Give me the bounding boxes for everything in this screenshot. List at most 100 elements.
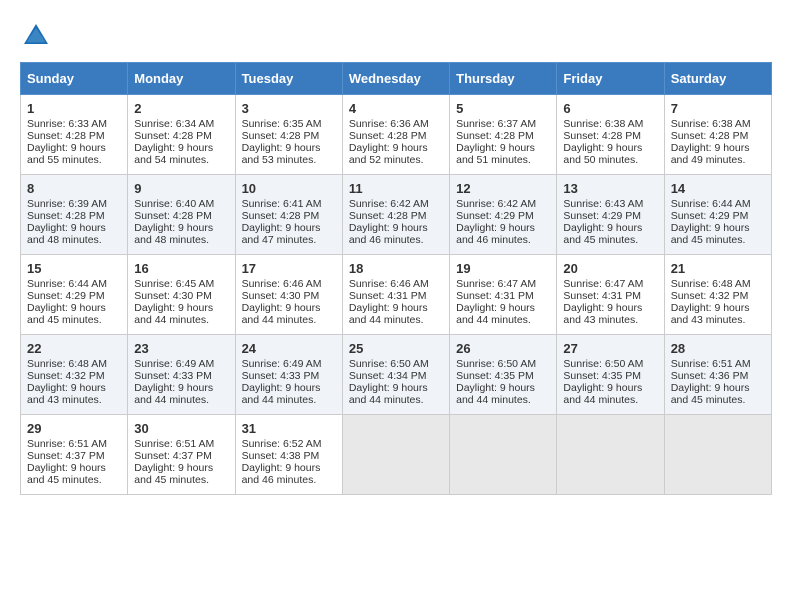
calendar-cell: 3 Sunrise: 6:35 AM Sunset: 4:28 PM Dayli… — [235, 95, 342, 175]
calendar-cell — [450, 415, 557, 495]
day-number: 17 — [242, 261, 336, 276]
calendar-body: 1 Sunrise: 6:33 AM Sunset: 4:28 PM Dayli… — [21, 95, 772, 495]
daylight: Daylight: 9 hours and 44 minutes. — [456, 382, 535, 406]
sunset: Sunset: 4:28 PM — [671, 130, 749, 142]
calendar-header-row: SundayMondayTuesdayWednesdayThursdayFrid… — [21, 63, 772, 95]
sunrise: Sunrise: 6:34 AM — [134, 118, 214, 130]
day-number: 3 — [242, 101, 336, 116]
calendar-cell: 17 Sunrise: 6:46 AM Sunset: 4:30 PM Dayl… — [235, 255, 342, 335]
day-number: 14 — [671, 181, 765, 196]
header — [20, 20, 772, 52]
day-number: 9 — [134, 181, 228, 196]
sunrise: Sunrise: 6:43 AM — [563, 198, 643, 210]
day-number: 28 — [671, 341, 765, 356]
day-number: 24 — [242, 341, 336, 356]
daylight: Daylight: 9 hours and 44 minutes. — [134, 302, 213, 326]
day-number: 10 — [242, 181, 336, 196]
calendar-table: SundayMondayTuesdayWednesdayThursdayFrid… — [20, 62, 772, 495]
day-number: 5 — [456, 101, 550, 116]
day-number: 7 — [671, 101, 765, 116]
day-number: 20 — [563, 261, 657, 276]
sunrise: Sunrise: 6:49 AM — [242, 358, 322, 370]
daylight: Daylight: 9 hours and 46 minutes. — [242, 462, 321, 486]
daylight: Daylight: 9 hours and 48 minutes. — [27, 222, 106, 246]
day-number: 6 — [563, 101, 657, 116]
daylight: Daylight: 9 hours and 43 minutes. — [27, 382, 106, 406]
calendar-cell: 4 Sunrise: 6:36 AM Sunset: 4:28 PM Dayli… — [342, 95, 449, 175]
sunrise: Sunrise: 6:46 AM — [349, 278, 429, 290]
calendar-cell: 6 Sunrise: 6:38 AM Sunset: 4:28 PM Dayli… — [557, 95, 664, 175]
sunset: Sunset: 4:31 PM — [563, 290, 641, 302]
daylight: Daylight: 9 hours and 44 minutes. — [456, 302, 535, 326]
day-number: 12 — [456, 181, 550, 196]
calendar-cell: 8 Sunrise: 6:39 AM Sunset: 4:28 PM Dayli… — [21, 175, 128, 255]
sunset: Sunset: 4:33 PM — [134, 370, 212, 382]
daylight: Daylight: 9 hours and 51 minutes. — [456, 142, 535, 166]
col-header-tuesday: Tuesday — [235, 63, 342, 95]
calendar-cell: 15 Sunrise: 6:44 AM Sunset: 4:29 PM Dayl… — [21, 255, 128, 335]
sunset: Sunset: 4:28 PM — [134, 130, 212, 142]
calendar-cell: 7 Sunrise: 6:38 AM Sunset: 4:28 PM Dayli… — [664, 95, 771, 175]
daylight: Daylight: 9 hours and 45 minutes. — [27, 302, 106, 326]
sunset: Sunset: 4:32 PM — [671, 290, 749, 302]
sunset: Sunset: 4:33 PM — [242, 370, 320, 382]
sunrise: Sunrise: 6:41 AM — [242, 198, 322, 210]
sunrise: Sunrise: 6:47 AM — [563, 278, 643, 290]
col-header-thursday: Thursday — [450, 63, 557, 95]
sunset: Sunset: 4:28 PM — [349, 210, 427, 222]
sunrise: Sunrise: 6:51 AM — [671, 358, 751, 370]
daylight: Daylight: 9 hours and 53 minutes. — [242, 142, 321, 166]
sunrise: Sunrise: 6:51 AM — [27, 438, 107, 450]
calendar-cell: 25 Sunrise: 6:50 AM Sunset: 4:34 PM Dayl… — [342, 335, 449, 415]
sunrise: Sunrise: 6:39 AM — [27, 198, 107, 210]
daylight: Daylight: 9 hours and 44 minutes. — [134, 382, 213, 406]
calendar-cell: 18 Sunrise: 6:46 AM Sunset: 4:31 PM Dayl… — [342, 255, 449, 335]
sunset: Sunset: 4:28 PM — [349, 130, 427, 142]
calendar-cell: 12 Sunrise: 6:42 AM Sunset: 4:29 PM Dayl… — [450, 175, 557, 255]
sunset: Sunset: 4:29 PM — [563, 210, 641, 222]
sunset: Sunset: 4:37 PM — [134, 450, 212, 462]
calendar-week-1: 1 Sunrise: 6:33 AM Sunset: 4:28 PM Dayli… — [21, 95, 772, 175]
daylight: Daylight: 9 hours and 46 minutes. — [349, 222, 428, 246]
calendar-cell: 27 Sunrise: 6:50 AM Sunset: 4:35 PM Dayl… — [557, 335, 664, 415]
sunset: Sunset: 4:30 PM — [134, 290, 212, 302]
calendar-cell: 13 Sunrise: 6:43 AM Sunset: 4:29 PM Dayl… — [557, 175, 664, 255]
sunrise: Sunrise: 6:47 AM — [456, 278, 536, 290]
sunrise: Sunrise: 6:33 AM — [27, 118, 107, 130]
calendar-cell: 11 Sunrise: 6:42 AM Sunset: 4:28 PM Dayl… — [342, 175, 449, 255]
calendar-cell: 26 Sunrise: 6:50 AM Sunset: 4:35 PM Dayl… — [450, 335, 557, 415]
day-number: 22 — [27, 341, 121, 356]
sunset: Sunset: 4:35 PM — [456, 370, 534, 382]
calendar-cell: 19 Sunrise: 6:47 AM Sunset: 4:31 PM Dayl… — [450, 255, 557, 335]
day-number: 30 — [134, 421, 228, 436]
calendar-cell: 20 Sunrise: 6:47 AM Sunset: 4:31 PM Dayl… — [557, 255, 664, 335]
calendar-cell — [664, 415, 771, 495]
day-number: 26 — [456, 341, 550, 356]
day-number: 25 — [349, 341, 443, 356]
calendar-cell: 31 Sunrise: 6:52 AM Sunset: 4:38 PM Dayl… — [235, 415, 342, 495]
day-number: 21 — [671, 261, 765, 276]
sunrise: Sunrise: 6:51 AM — [134, 438, 214, 450]
sunset: Sunset: 4:38 PM — [242, 450, 320, 462]
day-number: 2 — [134, 101, 228, 116]
calendar-cell: 23 Sunrise: 6:49 AM Sunset: 4:33 PM Dayl… — [128, 335, 235, 415]
sunset: Sunset: 4:36 PM — [671, 370, 749, 382]
day-number: 11 — [349, 181, 443, 196]
sunset: Sunset: 4:28 PM — [242, 210, 320, 222]
sunset: Sunset: 4:37 PM — [27, 450, 105, 462]
col-header-monday: Monday — [128, 63, 235, 95]
sunset: Sunset: 4:32 PM — [27, 370, 105, 382]
daylight: Daylight: 9 hours and 44 minutes. — [563, 382, 642, 406]
day-number: 1 — [27, 101, 121, 116]
sunrise: Sunrise: 6:37 AM — [456, 118, 536, 130]
day-number: 15 — [27, 261, 121, 276]
sunset: Sunset: 4:31 PM — [456, 290, 534, 302]
sunrise: Sunrise: 6:36 AM — [349, 118, 429, 130]
sunrise: Sunrise: 6:50 AM — [456, 358, 536, 370]
calendar-cell — [342, 415, 449, 495]
sunset: Sunset: 4:29 PM — [671, 210, 749, 222]
calendar-cell: 22 Sunrise: 6:48 AM Sunset: 4:32 PM Dayl… — [21, 335, 128, 415]
daylight: Daylight: 9 hours and 45 minutes. — [671, 382, 750, 406]
daylight: Daylight: 9 hours and 44 minutes. — [349, 382, 428, 406]
daylight: Daylight: 9 hours and 48 minutes. — [134, 222, 213, 246]
